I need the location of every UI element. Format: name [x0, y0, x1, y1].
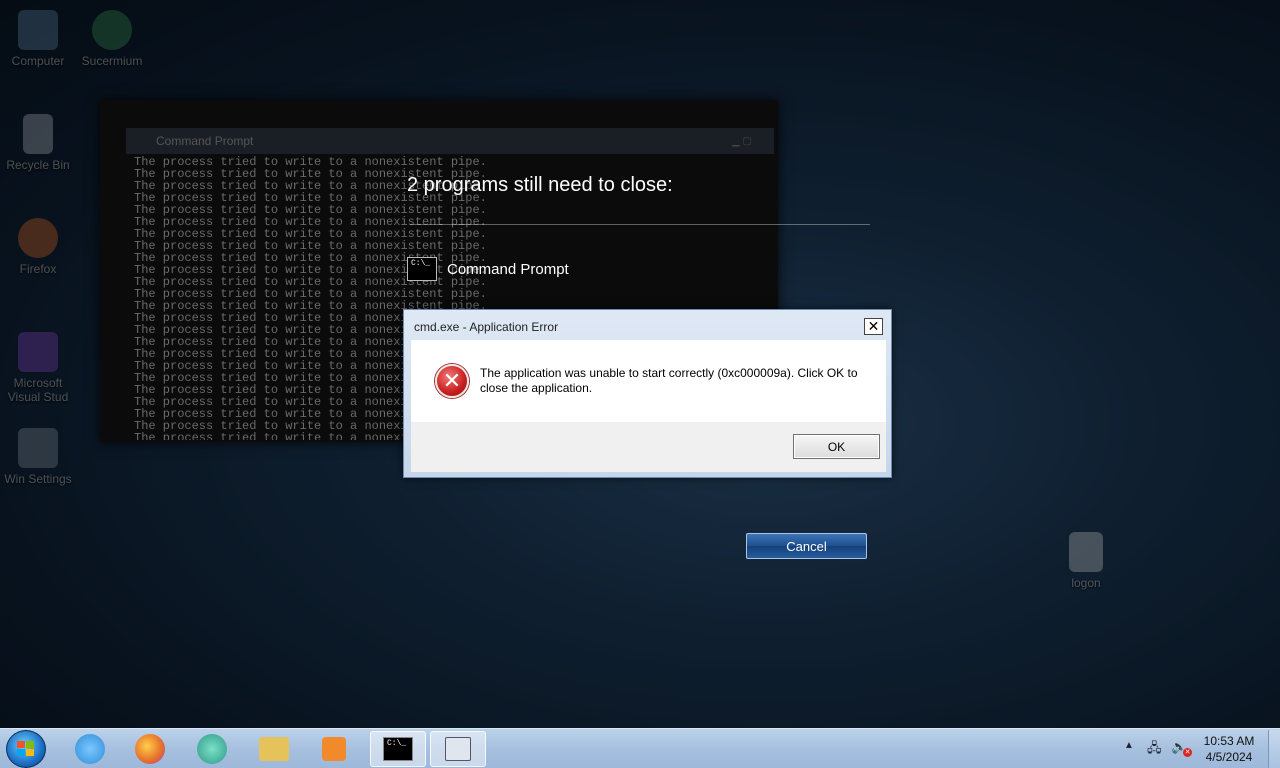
program-item-command-prompt: C:\_ Command Prompt — [407, 256, 569, 282]
program-name: Command Prompt — [447, 260, 569, 278]
taskbar-command-prompt[interactable]: C:\_ — [370, 731, 426, 767]
close-button[interactable]: ✕ — [864, 318, 883, 335]
background-window-title: Command Prompt — [156, 134, 254, 148]
application-error-dialog: cmd.exe - Application Error ✕ ✕ The appl… — [403, 309, 892, 478]
clock-date: 4/5/2024 — [1205, 750, 1253, 764]
clock-time: 10:53 AM — [1203, 734, 1255, 748]
system-clock[interactable]: 10:53 AM 4/5/2024 — [1196, 733, 1262, 765]
taskbar-app[interactable] — [184, 731, 240, 767]
taskbar-media-player[interactable] — [306, 731, 362, 767]
internet-explorer-icon — [75, 734, 105, 764]
file-explorer-icon — [259, 737, 289, 761]
dialog-footer: OK — [411, 422, 886, 472]
window-controls-icon: ▁ ▢ — [732, 136, 752, 147]
app-icon — [197, 734, 227, 764]
cancel-button[interactable]: Cancel — [746, 533, 867, 559]
window-icon — [445, 737, 471, 761]
taskbar-internet-explorer[interactable] — [62, 731, 118, 767]
dialog-title: cmd.exe - Application Error — [414, 320, 559, 334]
shutdown-title: 2 programs still need to close: — [407, 174, 673, 196]
taskbar-file-explorer[interactable] — [246, 731, 302, 767]
error-icon: ✕ — [435, 364, 469, 398]
firefox-icon — [135, 734, 165, 764]
error-message: The application was unable to start corr… — [480, 366, 858, 395]
command-prompt-icon: C:\_ — [383, 737, 413, 761]
volume-muted-icon[interactable]: 🔈 ✕ — [1171, 739, 1192, 757]
taskbar-firefox[interactable] — [122, 731, 178, 767]
show-desktop-button[interactable] — [1268, 730, 1280, 768]
network-icon[interactable]: 🖧 — [1147, 739, 1163, 755]
taskbar-window[interactable] — [430, 731, 486, 767]
windows-logo-icon — [17, 741, 35, 757]
dialog-content: ✕ The application was unable to start co… — [411, 340, 886, 422]
taskbar: C:\_ — [0, 728, 1280, 768]
start-button[interactable] — [6, 730, 46, 768]
divider — [410, 224, 870, 225]
background-window-titlebar: Command Prompt ▁ ▢ — [126, 128, 774, 154]
dialog-body: ✕ The application was unable to start co… — [411, 340, 886, 472]
command-prompt-icon: C:\_ — [407, 257, 437, 281]
close-icon: ✕ — [867, 318, 880, 334]
show-hidden-icons-icon[interactable]: ▲ — [1124, 740, 1134, 751]
ok-button[interactable]: OK — [793, 434, 880, 459]
media-player-icon — [322, 737, 346, 761]
